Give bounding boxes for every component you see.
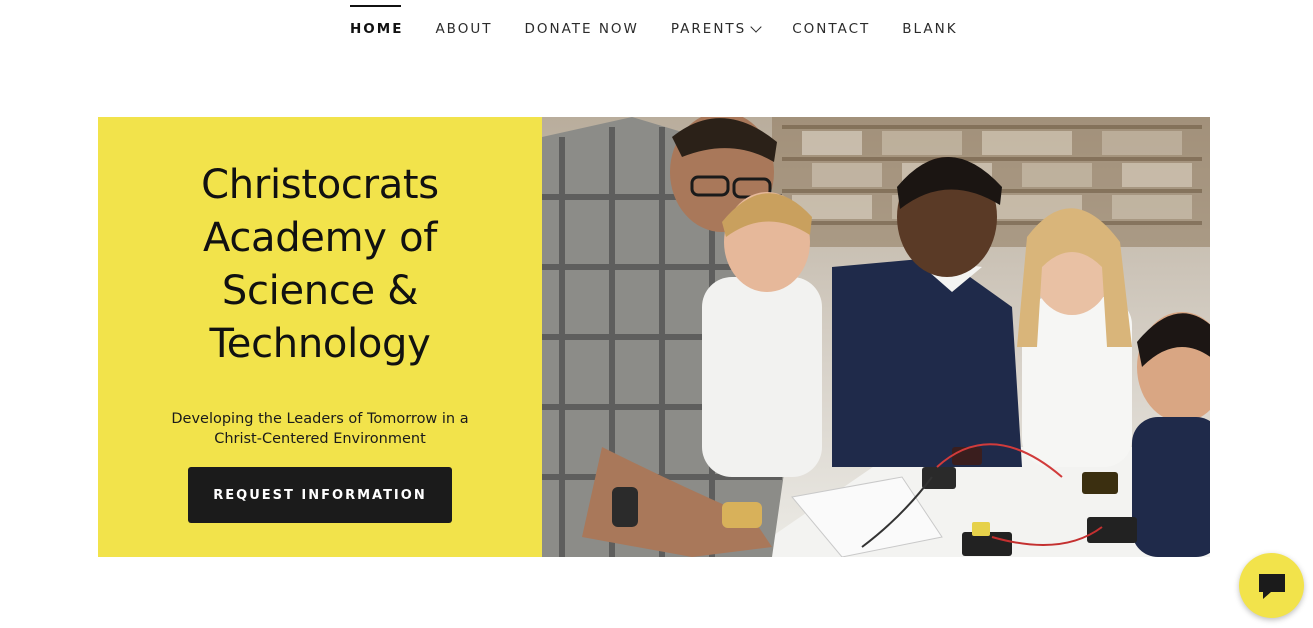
nav-item-label: ABOUT: [435, 21, 493, 37]
nav-item-label: BLANK: [902, 21, 958, 37]
request-information-button[interactable]: REQUEST INFORMATION: [188, 467, 452, 523]
nav-item-parents[interactable]: PARENTS: [670, 20, 762, 38]
nav-item-label: PARENTS: [670, 21, 747, 37]
nav-item-label: DONATE NOW: [524, 21, 639, 37]
nav-item-home[interactable]: HOME: [350, 5, 404, 38]
nav-item-blank[interactable]: BLANK: [902, 20, 957, 38]
chat-bubble-icon: [1258, 573, 1285, 599]
nav-item-about[interactable]: ABOUT: [435, 20, 492, 38]
hero-title: Christocrats Academy of Science & Techno…: [201, 162, 439, 367]
nav-list: HOME ABOUT DONATE NOW PARENTS CONTACT BL…: [350, 5, 990, 38]
hero-section: Christocrats Academy of Science & Techno…: [98, 117, 1210, 557]
main-nav: HOME ABOUT DONATE NOW PARENTS CONTACT BL…: [0, 0, 1313, 60]
chevron-down-icon: [750, 20, 762, 33]
nav-item-contact[interactable]: CONTACT: [792, 20, 870, 38]
classroom-photo-illustration: [542, 117, 1210, 557]
nav-item-label: HOME: [350, 21, 404, 37]
hero-subtitle: Developing the Leaders of Tomorrow in a …: [171, 411, 469, 447]
nav-item-donate-now[interactable]: DONATE NOW: [524, 20, 638, 38]
nav-item-label: CONTACT: [792, 21, 871, 37]
chat-button[interactable]: [1239, 553, 1304, 618]
hero-text-panel: Christocrats Academy of Science & Techno…: [98, 117, 542, 557]
classroom-photo: [542, 117, 1210, 557]
